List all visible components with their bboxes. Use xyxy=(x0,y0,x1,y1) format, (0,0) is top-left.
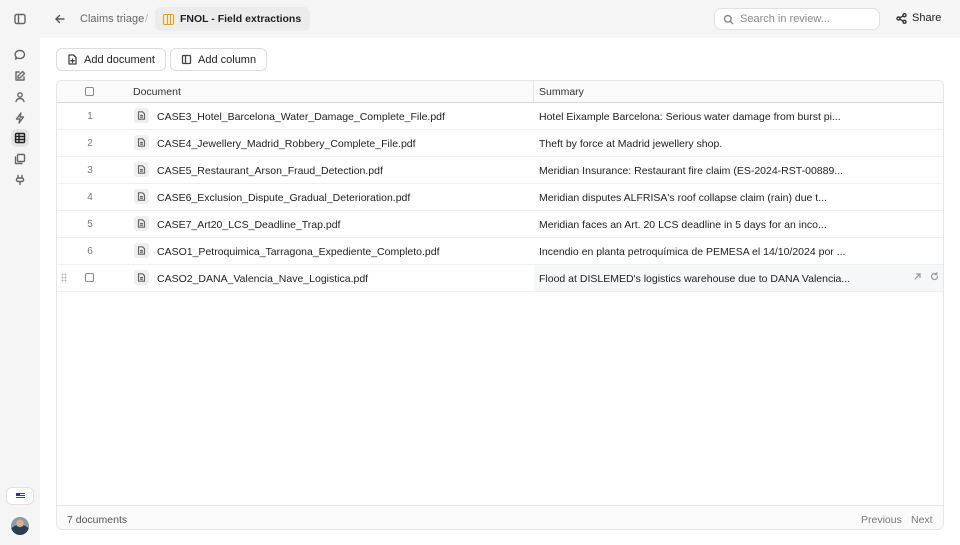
document-name[interactable]: CASO2_DANA_Valencia_Nave_Logistica.pdf xyxy=(157,273,368,285)
row-number: 2 xyxy=(87,138,93,149)
pdf-file-icon xyxy=(134,162,149,177)
table-row[interactable]: 6 CASO1_Petroquimica_Tarragona_Expediente… xyxy=(57,238,943,265)
table-footer: 7 documents Previous Next xyxy=(57,505,943,529)
pdf-file-icon xyxy=(134,216,149,231)
plugin-icon[interactable] xyxy=(11,171,29,189)
summary-text: Meridian disputes ALFRISA's roof collaps… xyxy=(539,192,827,204)
previous-button[interactable]: Previous xyxy=(861,514,902,526)
pdf-file-icon xyxy=(134,189,149,204)
table-icon[interactable] xyxy=(11,129,29,147)
avatar[interactable] xyxy=(11,517,29,535)
workflow-icon[interactable] xyxy=(11,109,29,127)
document-name[interactable]: CASO1_Petroquimica_Tarragona_Expediente_… xyxy=(157,246,440,258)
breadcrumb-separator: / xyxy=(145,13,149,25)
summary-text: Theft by force at Madrid jewellery shop. xyxy=(539,138,723,150)
select-all-checkbox[interactable] xyxy=(85,87,94,96)
documents-table: Document Summary 1 CASE3_Hotel_Barcelona_… xyxy=(56,80,944,530)
row-actions xyxy=(913,272,939,281)
sidebar-toggle-icon[interactable] xyxy=(11,10,29,28)
summary-cell[interactable]: Flood at DISLEMED's logistics warehouse … xyxy=(534,265,943,291)
document-name[interactable]: CASE3_Hotel_Barcelona_Water_Damage_Compl… xyxy=(157,111,445,123)
breadcrumb-parent[interactable]: Claims triage xyxy=(80,13,144,25)
summary-cell[interactable]: Meridian disputes ALFRISA's roof collaps… xyxy=(534,184,943,210)
breadcrumb-current[interactable]: FNOL - Field extractions xyxy=(155,7,311,31)
summary-text: Meridian Insurance: Restaurant fire clai… xyxy=(539,165,844,177)
pdf-file-icon xyxy=(134,243,149,258)
column-icon xyxy=(181,54,192,65)
column-header-document[interactable]: Document xyxy=(133,86,181,98)
drag-handle-icon[interactable] xyxy=(61,273,67,283)
main-content: Add document Add column Document Summary… xyxy=(40,38,960,545)
document-name[interactable]: CASE7_Art20_LCS_Deadline_Trap.pdf xyxy=(157,219,340,231)
next-button[interactable]: Next xyxy=(911,514,933,526)
pdf-file-icon xyxy=(134,108,149,123)
edit-icon[interactable] xyxy=(11,67,29,85)
add-column-label: Add column xyxy=(198,53,257,66)
summary-text: Flood at DISLEMED's logistics warehouse … xyxy=(539,273,851,285)
us-flag-icon xyxy=(15,493,25,499)
language-flag-button[interactable] xyxy=(6,487,34,505)
share-label: Share xyxy=(912,12,942,24)
add-document-label: Add document xyxy=(84,53,155,66)
table-row[interactable]: 2 CASE4_Jewellery_Madrid_Robbery_Complete… xyxy=(57,130,943,157)
add-document-button[interactable]: Add document xyxy=(56,48,166,71)
row-number: 4 xyxy=(87,192,93,203)
table-row[interactable]: 3 CASE5_Restaurant_Arson_Fraud_Detection.… xyxy=(57,157,943,184)
table-row[interactable]: 5 CASE7_Art20_LCS_Deadline_Trap.pdf Meridi… xyxy=(57,211,943,238)
table-header: Document Summary xyxy=(57,81,943,103)
expand-icon[interactable] xyxy=(913,272,922,281)
pdf-file-icon xyxy=(134,270,149,285)
row-number: 1 xyxy=(87,111,93,122)
share-button[interactable]: Share xyxy=(896,12,941,24)
row-number: 3 xyxy=(87,165,93,176)
library-icon[interactable] xyxy=(11,150,29,168)
summary-cell[interactable]: Meridian Insurance: Restaurant fire clai… xyxy=(534,157,943,183)
share-icon xyxy=(896,12,907,24)
document-count: 7 documents xyxy=(67,514,128,526)
row-number: 5 xyxy=(87,219,93,230)
add-file-icon xyxy=(68,54,77,65)
table-icon xyxy=(163,13,174,25)
document-name[interactable]: CASE6_Exclusion_Dispute_Gradual_Deterior… xyxy=(157,192,410,204)
chat-icon[interactable] xyxy=(11,46,29,64)
header: Claims triage / FNOL - Field extractions… xyxy=(40,0,960,38)
summary-cell[interactable]: Hotel Eixample Barcelona: Serious water … xyxy=(534,103,943,129)
summary-text: Hotel Eixample Barcelona: Serious water … xyxy=(539,111,841,123)
summary-text: Incendio en planta petroquímica de PEMES… xyxy=(539,246,846,258)
column-divider[interactable] xyxy=(533,81,534,103)
summary-text: Meridian faces an Art. 20 LCS deadline i… xyxy=(539,219,827,231)
row-checkbox[interactable] xyxy=(85,273,94,282)
table-row[interactable]: CASO2_DANA_Valencia_Nave_Logistica.pdf Fl… xyxy=(57,265,943,292)
left-rail xyxy=(0,0,40,545)
back-arrow-icon[interactable] xyxy=(53,12,67,26)
summary-cell[interactable]: Theft by force at Madrid jewellery shop. xyxy=(534,130,943,156)
column-header-summary[interactable]: Summary xyxy=(539,86,584,98)
search-input[interactable] xyxy=(740,13,870,25)
refresh-icon[interactable] xyxy=(930,272,939,281)
row-number: 6 xyxy=(87,246,93,257)
summary-cell[interactable]: Meridian faces an Art. 20 LCS deadline i… xyxy=(534,211,943,237)
summary-cell[interactable]: Incendio en planta petroquímica de PEMES… xyxy=(534,238,943,264)
pdf-file-icon xyxy=(134,135,149,150)
add-column-button[interactable]: Add column xyxy=(170,48,268,71)
search-box[interactable] xyxy=(714,8,880,30)
table-row[interactable]: 1 CASE3_Hotel_Barcelona_Water_Damage_Comp… xyxy=(57,103,943,130)
table-row[interactable]: 4 CASE6_Exclusion_Dispute_Gradual_Deterio… xyxy=(57,184,943,211)
user-icon[interactable] xyxy=(11,88,29,106)
document-name[interactable]: CASE4_Jewellery_Madrid_Robbery_Complete_… xyxy=(157,138,416,150)
breadcrumb-current-label: FNOL - Field extractions xyxy=(180,13,302,25)
document-name[interactable]: CASE5_Restaurant_Arson_Fraud_Detection.p… xyxy=(157,165,383,177)
search-icon xyxy=(723,14,734,24)
